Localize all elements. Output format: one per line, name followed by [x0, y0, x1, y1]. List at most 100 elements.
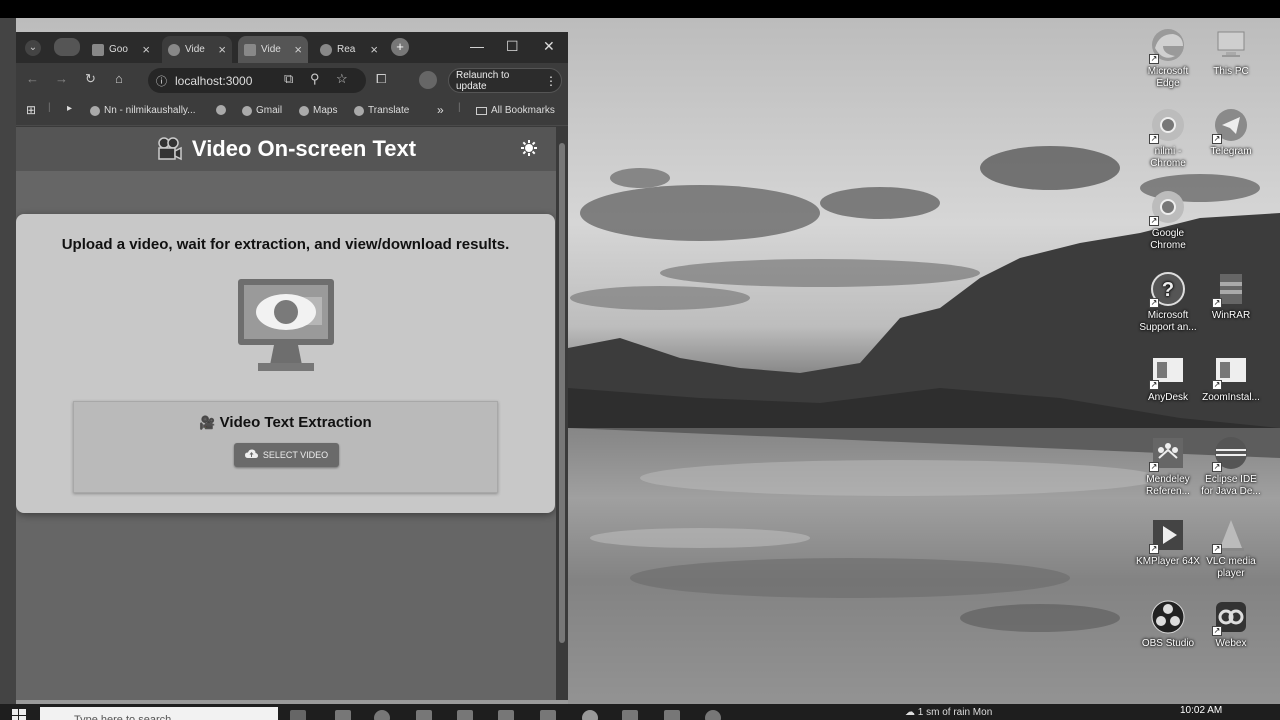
taskbar-app-icon[interactable] — [705, 710, 721, 720]
close-icon[interactable]: × — [370, 42, 378, 57]
film-camera-icon: 🎥 — [199, 415, 216, 430]
profile-avatar[interactable] — [419, 71, 437, 89]
windows-start-icon[interactable] — [12, 709, 26, 720]
desktop-icon-label: Google Chrome — [1150, 228, 1186, 251]
browser-window: ⌄ Goo × Vide × Vide × Rea × + — ☐ ✕ ← → … — [16, 32, 568, 700]
tab-video[interactable]: Vide × — [238, 36, 308, 63]
tab-title: Goo — [109, 44, 128, 55]
anydesk-icon: ↗ — [1149, 352, 1187, 390]
relaunch-update-button[interactable]: Relaunch to update ⋮ — [448, 68, 562, 93]
desktop-icon-telegram[interactable]: ↗ Telegram — [1199, 106, 1263, 158]
file-explorer-icon[interactable] — [416, 710, 432, 720]
react-icon — [320, 43, 332, 56]
bookmark-label: Gmail — [256, 105, 283, 116]
tab-google[interactable]: Goo × — [86, 36, 156, 63]
separator: | — [458, 102, 461, 113]
weather-icon[interactable]: ☁ — [905, 707, 915, 718]
chrome-icon[interactable] — [374, 710, 390, 720]
site-info-icon[interactable]: ⓘ — [156, 73, 167, 89]
tab-search-button[interactable]: ⌄ — [25, 40, 41, 56]
bookmark-maps[interactable]: Maps — [299, 105, 337, 116]
bookmark-dot-icon[interactable]: ▸ — [67, 103, 72, 114]
forward-button[interactable]: → — [55, 72, 68, 86]
select-video-button[interactable]: SELECT VIDEO — [234, 443, 339, 467]
eclipse-icon: ↗ — [1212, 434, 1250, 472]
taskbar-search-input[interactable]: Type here to search — [40, 707, 278, 720]
chrome-icon[interactable] — [582, 710, 598, 720]
extensions-icon[interactable]: ⧠ — [376, 72, 386, 86]
bookmark-label: All Bookmarks — [491, 105, 555, 116]
apps-grid-icon[interactable]: ⊞ — [26, 103, 36, 117]
close-window-button[interactable]: ✕ — [543, 38, 555, 55]
more-bookmarks-icon[interactable]: » — [437, 103, 444, 117]
desktop-icon-webex[interactable]: ↗ Webex — [1199, 598, 1263, 650]
telegram-icon: ↗ — [1212, 106, 1250, 144]
tab-favicon-icon — [92, 43, 104, 56]
new-tab-button[interactable]: + — [391, 38, 409, 56]
taskbar: Type here to search ☁ 1 sm of rain Mon 1… — [0, 704, 1280, 720]
desktop-icon-obs[interactable]: OBS Studio — [1136, 598, 1200, 650]
taskbar-clock[interactable]: 10:02 AM — [1180, 705, 1222, 716]
profile-tab-icon[interactable] — [54, 38, 80, 56]
all-bookmarks[interactable]: All Bookmarks — [476, 105, 555, 116]
desktop-icon-anydesk[interactable]: ↗ AnyDesk — [1136, 352, 1200, 404]
desktop-icon-label: Eclipse IDE for Java De... — [1201, 474, 1261, 497]
obs-icon — [1149, 598, 1187, 636]
reload-button[interactable]: ↻ — [85, 72, 96, 86]
tab-react[interactable]: Rea × — [314, 36, 384, 63]
address-bar[interactable]: ⓘ localhost:3000 — [148, 68, 366, 93]
chrome-icon: ↗ — [1149, 106, 1187, 144]
home-button[interactable]: ⌂ — [115, 72, 123, 86]
bookmark-globe-icon[interactable] — [216, 105, 226, 115]
scrollbar-thumb[interactable] — [559, 143, 565, 643]
weather-text[interactable]: 1 sm of rain Mon — [918, 707, 992, 718]
desktop-icon-zoom-installer[interactable]: ↗ ZoomInstal... — [1199, 352, 1263, 404]
taskbar-app-icon[interactable] — [457, 710, 473, 720]
desktop-icon-edge[interactable]: ↗ Microsoft Edge — [1136, 26, 1200, 90]
vscode-icon[interactable] — [664, 710, 680, 720]
bookmark-translate[interactable]: Translate — [354, 105, 409, 116]
bookmark-label: Nn - nilmikaushally... — [104, 105, 196, 116]
page-scrollbar[interactable] — [556, 127, 568, 700]
bookmarks-bar: ⊞ | ▸ Nn - nilmikaushally... Gmail Maps … — [16, 97, 568, 126]
desktop-icon-google-chrome[interactable]: ↗ Google Chrome — [1136, 188, 1200, 252]
task-view-icon[interactable] — [290, 710, 306, 720]
zoom-icon: ↗ — [1212, 352, 1250, 390]
instructions-text: Upload a video, wait for extraction, and… — [61, 236, 510, 253]
tab-favicon-icon — [244, 43, 256, 56]
taskbar-app-icon[interactable] — [498, 710, 514, 720]
desktop-icon-nilmi-chrome[interactable]: ↗ nilmi - Chrome — [1136, 106, 1200, 170]
desktop-icon-eclipse[interactable]: ↗ Eclipse IDE for Java De... — [1199, 434, 1263, 498]
install-app-icon[interactable]: ⧉ — [284, 72, 293, 86]
back-button[interactable]: ← — [26, 72, 39, 86]
desktop-icon-ms-support[interactable]: ? ↗ Microsoft Support an... — [1136, 270, 1200, 334]
desktop-icon-label: Webex — [1215, 638, 1247, 649]
calculator-icon[interactable] — [540, 710, 556, 720]
desktop-icon-this-pc[interactable]: This PC — [1199, 26, 1263, 78]
desktop-icon-mendeley[interactable]: ↗ Mendeley Referen... — [1136, 434, 1200, 498]
bookmark-gmail[interactable]: Gmail — [242, 105, 282, 116]
desktop-icon-label: Microsoft Edge — [1147, 66, 1189, 89]
theme-toggle-icon[interactable] — [520, 139, 538, 157]
kmplayer-icon: ↗ — [1149, 516, 1187, 554]
panel-title: 🎥 Video Text Extraction — [74, 414, 497, 431]
desktop-icon-kmplayer[interactable]: ↗ KMPlayer 64X — [1136, 516, 1200, 568]
maximize-button[interactable]: ☐ — [506, 38, 519, 55]
close-icon[interactable]: × — [294, 42, 302, 57]
tab-video-active[interactable]: Vide × — [162, 36, 232, 63]
zoom-icon[interactable]: ⚲ — [310, 72, 320, 86]
close-icon[interactable]: × — [142, 42, 150, 57]
bookmark-nilmi[interactable]: Nn - nilmikaushally... — [90, 105, 196, 116]
bookmark-star-icon[interactable]: ☆ — [336, 72, 348, 86]
taskbar-app-icon[interactable] — [622, 710, 638, 720]
close-icon[interactable]: × — [218, 42, 226, 57]
desktop-icon-label: AnyDesk — [1147, 392, 1188, 403]
taskbar-app-icon[interactable] — [335, 710, 351, 720]
desktop-icon-label: KMPlayer 64X — [1136, 556, 1200, 567]
relaunch-label: Relaunch to update — [456, 69, 510, 92]
bookmark-label: Translate — [368, 105, 410, 116]
desktop-icon-vlc[interactable]: ↗ VLC media player — [1199, 516, 1263, 580]
desktop-icon-winrar[interactable]: ↗ WinRAR — [1199, 270, 1263, 322]
minimize-button[interactable]: — — [470, 38, 484, 54]
more-menu-icon[interactable]: ⋮ — [545, 74, 557, 88]
